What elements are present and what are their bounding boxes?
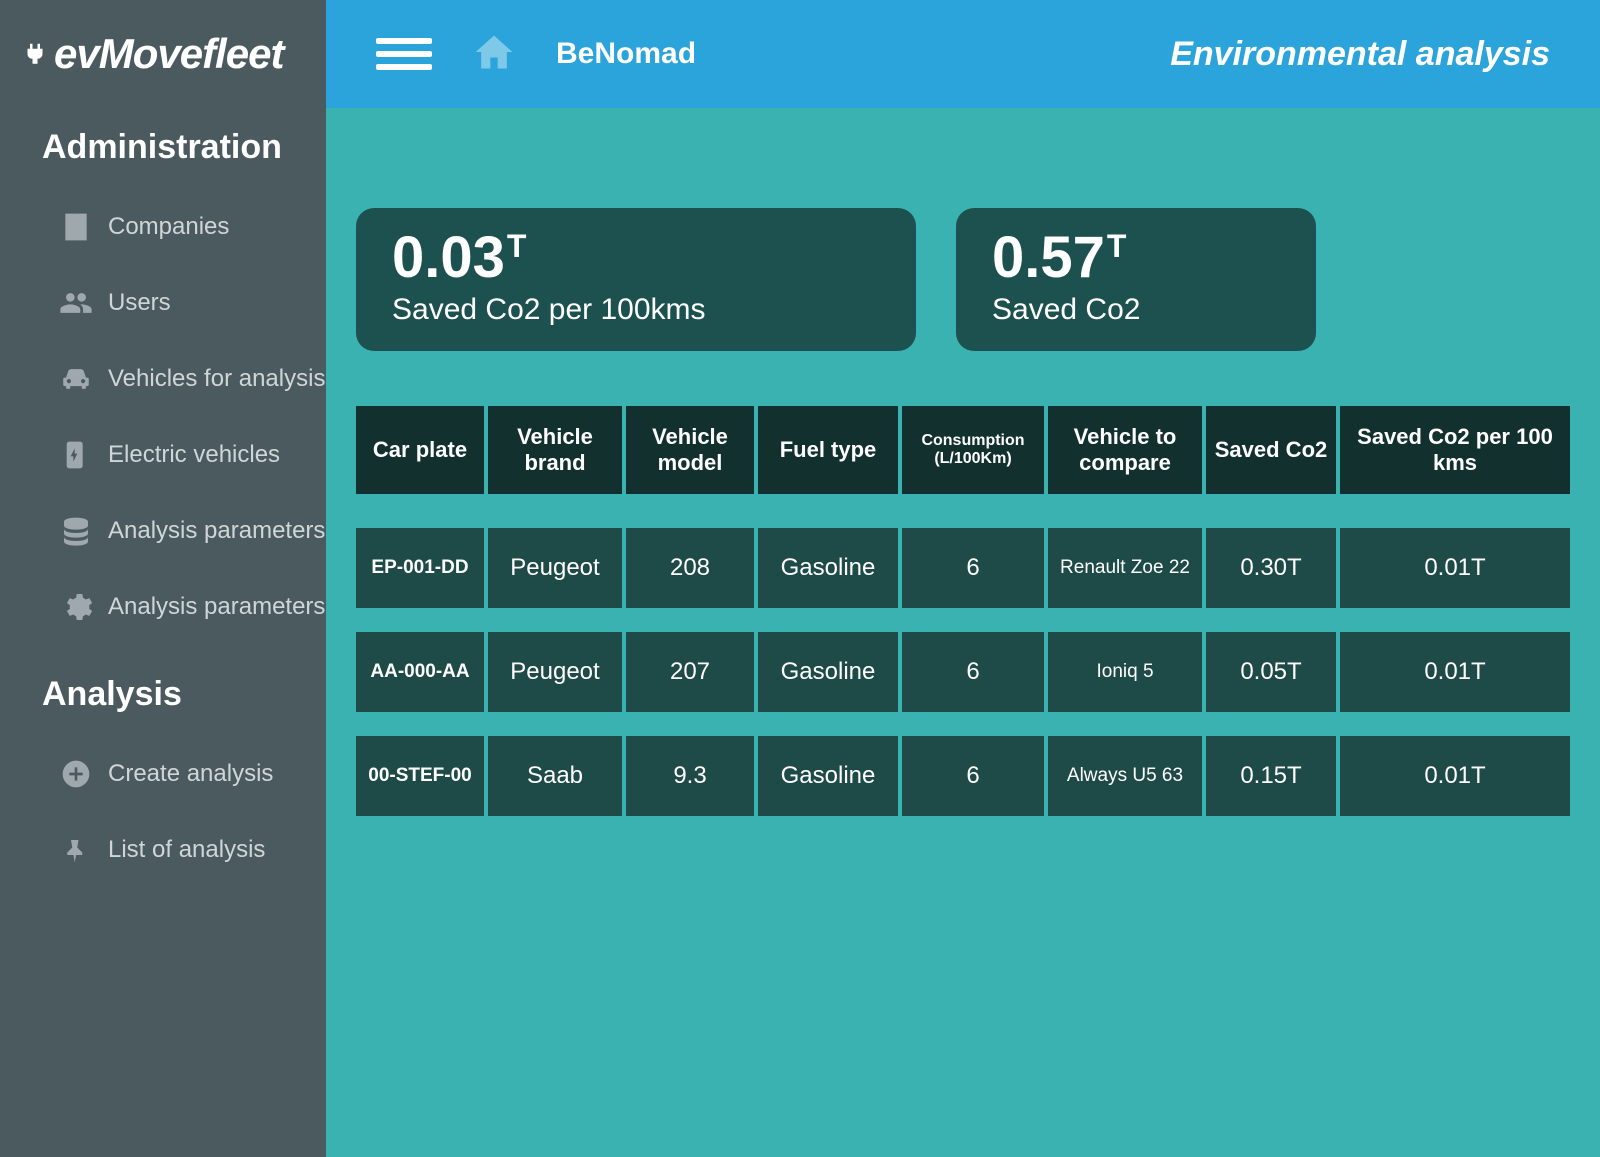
cell-brand: Peugeot — [488, 528, 622, 608]
cell-plate: 00-STEF-00 — [356, 736, 484, 816]
sidebar-item-create-analysis[interactable]: Create analysis — [42, 736, 326, 812]
cell-brand: Peugeot — [488, 632, 622, 712]
vehicles-table: Car plate Vehicle brand Vehicle model Fu… — [356, 406, 1570, 816]
home-button[interactable] — [472, 30, 516, 79]
sidebar: evMovefleet Administration Companies Use… — [0, 0, 326, 1157]
sidebar-section-title-analysis: Analysis — [42, 675, 326, 714]
sidebar-section-analysis: Analysis Create analysis List of analysi… — [0, 655, 326, 898]
cell-compare: Always U5 63 — [1048, 736, 1202, 816]
col-fuel: Fuel type — [758, 406, 898, 494]
sidebar-item-analysis-params-db[interactable]: Analysis parameters — [42, 493, 326, 569]
cell-cons: 6 — [902, 736, 1044, 816]
kpi-value: 0.03 — [392, 224, 505, 291]
gears-icon — [58, 589, 94, 625]
app-logo: evMovefleet — [20, 30, 283, 78]
col-consumption: Consumption (L/100Km) — [902, 406, 1044, 494]
sidebar-item-users[interactable]: Users — [42, 265, 326, 341]
sidebar-item-label: Electric vehicles — [108, 441, 280, 469]
sidebar-item-electric-vehicles[interactable]: Electric vehicles — [42, 417, 326, 493]
pin-icon — [58, 832, 94, 868]
col-brand: Vehicle brand — [488, 406, 622, 494]
content: 0.03 T Saved Co2 per 100kms 0.57 T Saved… — [326, 108, 1600, 1157]
cell-fuel: Gasoline — [758, 736, 898, 816]
col-model: Vehicle model — [626, 406, 754, 494]
cell-plate: EP-001-DD — [356, 528, 484, 608]
cell-cons: 6 — [902, 528, 1044, 608]
sidebar-item-label: Analysis parameters — [108, 593, 325, 621]
cell-saved100: 0.01T — [1340, 632, 1570, 712]
logo-bar: evMovefleet — [0, 0, 326, 108]
table-header-row: Car plate Vehicle brand Vehicle model Fu… — [356, 406, 1570, 494]
cell-compare: Ioniq 5 — [1048, 632, 1202, 712]
sidebar-item-companies[interactable]: Companies — [42, 189, 326, 265]
car-icon — [58, 361, 94, 397]
users-icon — [58, 285, 94, 321]
page-title: Environmental analysis — [1170, 35, 1550, 74]
kpi-unit: T — [1107, 228, 1127, 265]
col-saved: Saved Co2 — [1206, 406, 1336, 494]
table-row[interactable]: AA-000-AA Peugeot 207 Gasoline 6 Ioniq 5… — [356, 632, 1570, 712]
database-icon — [58, 513, 94, 549]
main-area: BeNomad Environmental analysis 0.03 T Sa… — [326, 0, 1600, 1157]
kpi-label: Saved Co2 per 100kms — [392, 293, 880, 327]
cell-saved: 0.05T — [1206, 632, 1336, 712]
charger-icon — [58, 437, 94, 473]
col-car-plate: Car plate — [356, 406, 484, 494]
cell-fuel: Gasoline — [758, 528, 898, 608]
cell-model: 9.3 — [626, 736, 754, 816]
sidebar-item-label: Users — [108, 289, 171, 317]
sidebar-item-label: Analysis parameters — [108, 517, 325, 545]
kpi-row: 0.03 T Saved Co2 per 100kms 0.57 T Saved… — [356, 208, 1570, 351]
kpi-label: Saved Co2 — [992, 293, 1280, 327]
kpi-unit: T — [507, 228, 527, 265]
cell-brand: Saab — [488, 736, 622, 816]
cell-cons: 6 — [902, 632, 1044, 712]
cell-plate: AA-000-AA — [356, 632, 484, 712]
topbar: BeNomad Environmental analysis — [326, 0, 1600, 108]
cell-model: 208 — [626, 528, 754, 608]
sidebar-section-admin: Administration Companies Users Vehicles … — [0, 108, 326, 655]
building-icon — [58, 209, 94, 245]
table-row[interactable]: 00-STEF-00 Saab 9.3 Gasoline 6 Always U5… — [356, 736, 1570, 816]
kpi-value: 0.57 — [992, 224, 1105, 291]
cell-saved100: 0.01T — [1340, 528, 1570, 608]
breadcrumb: BeNomad — [556, 37, 696, 71]
sidebar-item-label: Create analysis — [108, 760, 273, 788]
hamburger-menu-button[interactable] — [376, 38, 432, 70]
plug-icon — [20, 32, 50, 80]
cell-saved: 0.30T — [1206, 528, 1336, 608]
table-row[interactable]: EP-001-DD Peugeot 208 Gasoline 6 Renault… — [356, 528, 1570, 608]
cell-fuel: Gasoline — [758, 632, 898, 712]
cell-compare: Renault Zoe 22 — [1048, 528, 1202, 608]
sidebar-item-vehicles-analysis[interactable]: Vehicles for analysis — [42, 341, 326, 417]
plus-circle-icon — [58, 756, 94, 792]
col-saved100: Saved Co2 per 100 kms — [1340, 406, 1570, 494]
col-compare: Vehicle to compare — [1048, 406, 1202, 494]
kpi-card-co2-per-100: 0.03 T Saved Co2 per 100kms — [356, 208, 916, 351]
cell-saved100: 0.01T — [1340, 736, 1570, 816]
app-name: evMovefleet — [54, 30, 283, 78]
sidebar-item-label: Vehicles for analysis — [108, 365, 325, 393]
cell-saved: 0.15T — [1206, 736, 1336, 816]
home-icon — [472, 30, 516, 74]
cell-model: 207 — [626, 632, 754, 712]
kpi-card-co2-total: 0.57 T Saved Co2 — [956, 208, 1316, 351]
sidebar-section-title-admin: Administration — [42, 128, 326, 167]
sidebar-item-label: Companies — [108, 213, 229, 241]
sidebar-item-label: List of analysis — [108, 836, 265, 864]
sidebar-item-analysis-params-gear[interactable]: Analysis parameters — [42, 569, 326, 645]
sidebar-item-list-analysis[interactable]: List of analysis — [42, 812, 326, 888]
